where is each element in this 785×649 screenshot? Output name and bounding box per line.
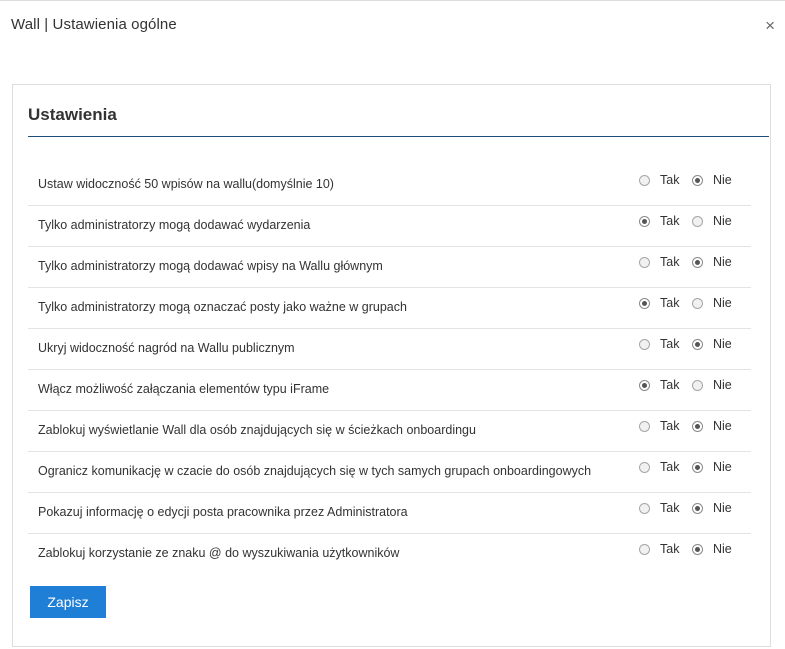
radio-tak[interactable] — [639, 256, 650, 268]
setting-row: Włącz możliwość załączania elementów typ… — [28, 370, 751, 411]
option-tak[interactable]: Tak — [639, 255, 679, 269]
radio-tak[interactable] — [639, 420, 650, 432]
radio-label-nie: Nie — [713, 214, 732, 228]
radio-nie[interactable] — [692, 420, 703, 432]
radio-label-nie: Nie — [713, 542, 732, 556]
setting-row: Tylko administratorzy mogą dodawać wydar… — [28, 206, 751, 247]
option-tak[interactable]: Tak — [639, 460, 679, 474]
option-tak[interactable]: Tak — [639, 378, 679, 392]
radio-label-nie: Nie — [713, 255, 732, 269]
option-nie[interactable]: Nie — [692, 337, 732, 351]
radio-label-nie: Nie — [713, 419, 732, 433]
radio-tak[interactable] — [639, 543, 650, 555]
settings-list: Ustaw widoczność 50 wpisów na wallu(domy… — [28, 165, 751, 575]
option-nie[interactable]: Nie — [692, 173, 732, 187]
setting-label: Tylko administratorzy mogą dodawać wpisy… — [38, 259, 383, 273]
radio-tak[interactable] — [639, 379, 650, 391]
setting-label: Tylko administratorzy mogą oznaczać post… — [38, 300, 407, 314]
option-nie[interactable]: Nie — [692, 255, 732, 269]
setting-label: Ustaw widoczność 50 wpisów na wallu(domy… — [38, 177, 334, 191]
radio-label-tak: Tak — [660, 378, 680, 392]
heading-divider — [28, 136, 769, 137]
save-button[interactable]: Zapisz — [30, 586, 106, 618]
radio-label-tak: Tak — [660, 460, 680, 474]
radio-tak[interactable] — [639, 174, 650, 186]
option-tak[interactable]: Tak — [639, 173, 679, 187]
radio-label-tak: Tak — [660, 173, 680, 187]
option-nie[interactable]: Nie — [692, 419, 732, 433]
settings-panel: Ustawienia Ustaw widoczność 50 wpisów na… — [12, 84, 771, 647]
option-nie[interactable]: Nie — [692, 501, 732, 515]
close-icon[interactable]: × — [765, 17, 775, 35]
setting-row: Ustaw widoczność 50 wpisów na wallu(domy… — [28, 165, 751, 206]
radio-label-tak: Tak — [660, 419, 680, 433]
radio-label-nie: Nie — [713, 378, 732, 392]
setting-label: Pokazuj informację o edycji posta pracow… — [38, 505, 408, 519]
radio-label-nie: Nie — [713, 173, 732, 187]
option-tak[interactable]: Tak — [639, 419, 679, 433]
option-nie[interactable]: Nie — [692, 460, 732, 474]
panel-heading: Ustawienia — [28, 105, 117, 124]
modal-header: Wall | Ustawienia ogólne × — [0, 0, 785, 51]
radio-nie[interactable] — [692, 502, 703, 514]
option-nie[interactable]: Nie — [692, 214, 732, 228]
setting-row: Tylko administratorzy mogą dodawać wpisy… — [28, 247, 751, 288]
radio-nie[interactable] — [692, 174, 703, 186]
option-nie[interactable]: Nie — [692, 296, 732, 310]
setting-label: Zablokuj wyświetlanie Wall dla osób znaj… — [38, 423, 476, 437]
radio-nie[interactable] — [692, 461, 703, 473]
setting-label: Zablokuj korzystanie ze znaku @ do wyszu… — [38, 546, 400, 560]
setting-label: Ukryj widoczność nagród na Wallu publicz… — [38, 341, 295, 355]
radio-nie[interactable] — [692, 256, 703, 268]
radio-label-tak: Tak — [660, 337, 680, 351]
option-tak[interactable]: Tak — [639, 296, 679, 310]
option-tak[interactable]: Tak — [639, 214, 679, 228]
radio-tak[interactable] — [639, 461, 650, 473]
setting-row: Zablokuj korzystanie ze znaku @ do wyszu… — [28, 534, 751, 575]
radio-tak[interactable] — [639, 215, 650, 227]
radio-nie[interactable] — [692, 215, 703, 227]
option-nie[interactable]: Nie — [692, 378, 732, 392]
radio-tak[interactable] — [639, 297, 650, 309]
option-tak[interactable]: Tak — [639, 542, 679, 556]
modal-title: Wall | Ustawienia ogólne — [11, 16, 177, 33]
radio-label-nie: Nie — [713, 296, 732, 310]
setting-row: Tylko administratorzy mogą oznaczać post… — [28, 288, 751, 329]
radio-label-nie: Nie — [713, 501, 732, 515]
radio-label-tak: Tak — [660, 501, 680, 515]
radio-label-tak: Tak — [660, 214, 680, 228]
setting-row: Zablokuj wyświetlanie Wall dla osób znaj… — [28, 411, 751, 452]
setting-label: Włącz możliwość załączania elementów typ… — [38, 382, 330, 396]
radio-label-tak: Tak — [660, 542, 680, 556]
setting-row: Pokazuj informację o edycji posta pracow… — [28, 493, 751, 534]
setting-label: Tylko administratorzy mogą dodawać wydar… — [38, 218, 311, 232]
radio-nie[interactable] — [692, 379, 703, 391]
radio-nie[interactable] — [692, 543, 703, 555]
option-tak[interactable]: Tak — [639, 501, 679, 515]
radio-nie[interactable] — [692, 338, 703, 350]
radio-label-nie: Nie — [713, 337, 732, 351]
setting-label: Ogranicz komunikację w czacie do osób zn… — [38, 464, 592, 478]
setting-row: Ukryj widoczność nagród na Wallu publicz… — [28, 329, 751, 370]
radio-tak[interactable] — [639, 338, 650, 350]
option-nie[interactable]: Nie — [692, 542, 732, 556]
radio-label-tak: Tak — [660, 296, 680, 310]
radio-tak[interactable] — [639, 502, 650, 514]
setting-row: Ogranicz komunikację w czacie do osób zn… — [28, 452, 751, 493]
radio-nie[interactable] — [692, 297, 703, 309]
radio-label-nie: Nie — [713, 460, 732, 474]
option-tak[interactable]: Tak — [639, 337, 679, 351]
radio-label-tak: Tak — [660, 255, 680, 269]
